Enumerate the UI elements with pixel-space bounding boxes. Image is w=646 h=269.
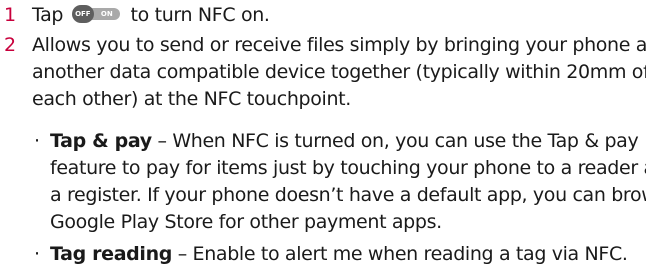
text-line: Tag reading – Enable to alert me when re…: [50, 241, 642, 268]
text-line: a register. If your phone doesn’t have a…: [50, 184, 646, 206]
step-number: 1: [4, 4, 16, 26]
option-term: Tap & pay: [50, 130, 152, 152]
text-line: another data compatible device together …: [32, 61, 646, 83]
bullet-icon: ·: [34, 130, 40, 152]
option-description-start: – When NFC is turned on, you can use the…: [151, 130, 639, 152]
option-text: Tap & pay – When NFC is turned on, you c…: [50, 128, 646, 236]
option-text: Tag reading – Enable to alert me when re…: [50, 241, 642, 268]
step-number: 2: [4, 34, 16, 56]
option-term: Tag reading: [50, 243, 173, 265]
step-text-after: to turn NFC on.: [130, 4, 270, 26]
text-line: Tap & pay – When NFC is turned on, you c…: [50, 128, 642, 155]
bullet-icon: ·: [34, 243, 40, 265]
text-line: Google Play Store for other payment apps…: [50, 211, 442, 233]
option-description-start: – Enable to alert me when reading a tag …: [172, 243, 628, 265]
text-line: each other) at the NFC touchpoint.: [32, 88, 351, 110]
step-text-before: Tap: [32, 4, 64, 26]
step-text: Tap ON OFF to turn NFC on.: [32, 2, 642, 29]
instruction-page: 1 Tap ON OFF to turn NFC on. 2 Allows yo…: [0, 0, 646, 269]
text-line: feature to pay for items just by touchin…: [50, 157, 646, 179]
text-line: Allows you to send or receive files simp…: [32, 34, 646, 56]
toggle-off-label: OFF: [75, 10, 91, 18]
step-text: Allows you to send or receive files simp…: [32, 32, 646, 113]
off-on-toggle-icon: ON OFF: [71, 5, 122, 23]
toggle-on-label: ON: [100, 10, 113, 18]
